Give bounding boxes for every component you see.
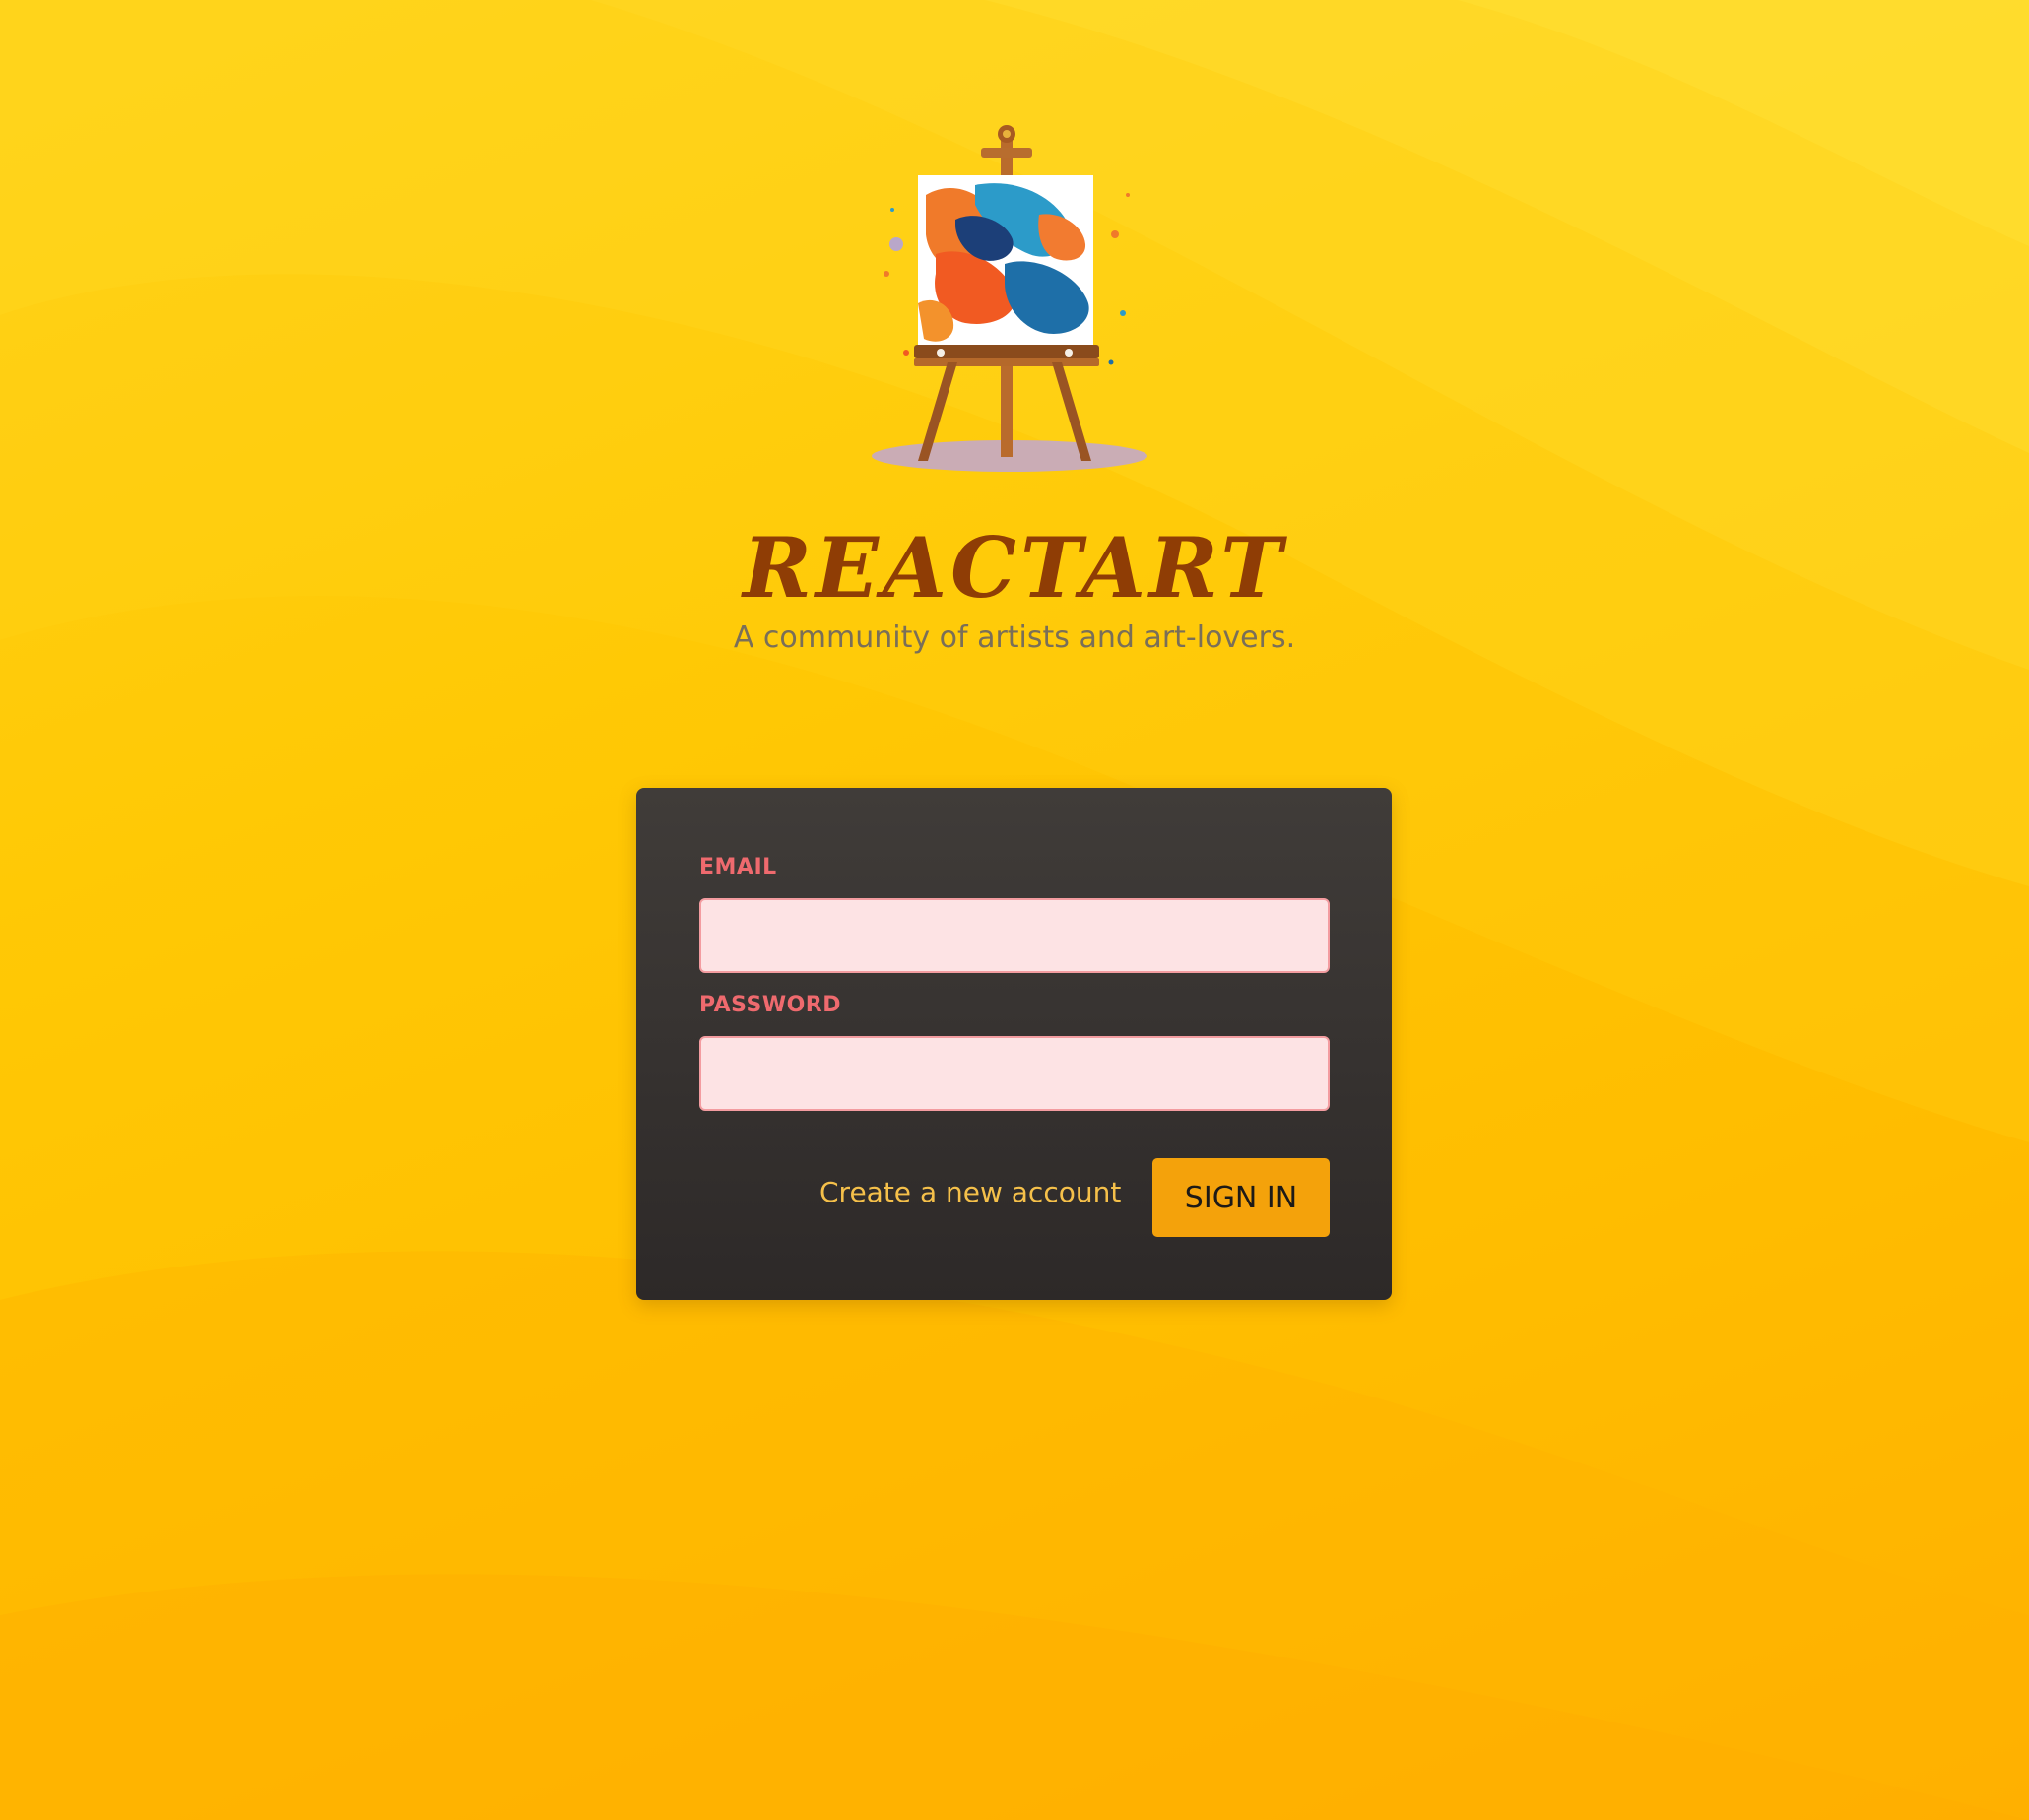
brand-title: REACTART: [743, 519, 1286, 617]
sign-in-button[interactable]: SIGN IN: [1152, 1158, 1330, 1237]
password-label: PASSWORD: [699, 993, 842, 1017]
brand-subtitle: A community of artists and art-lovers.: [733, 620, 1296, 655]
email-field[interactable]: [699, 898, 1330, 973]
email-label: EMAIL: [699, 855, 777, 879]
login-card: EMAIL PASSWORD Create a new account SIGN…: [636, 788, 1392, 1300]
create-account-link[interactable]: Create a new account: [819, 1179, 1121, 1206]
password-field[interactable]: [699, 1036, 1330, 1111]
easel-painting-icon: [857, 116, 1162, 481]
